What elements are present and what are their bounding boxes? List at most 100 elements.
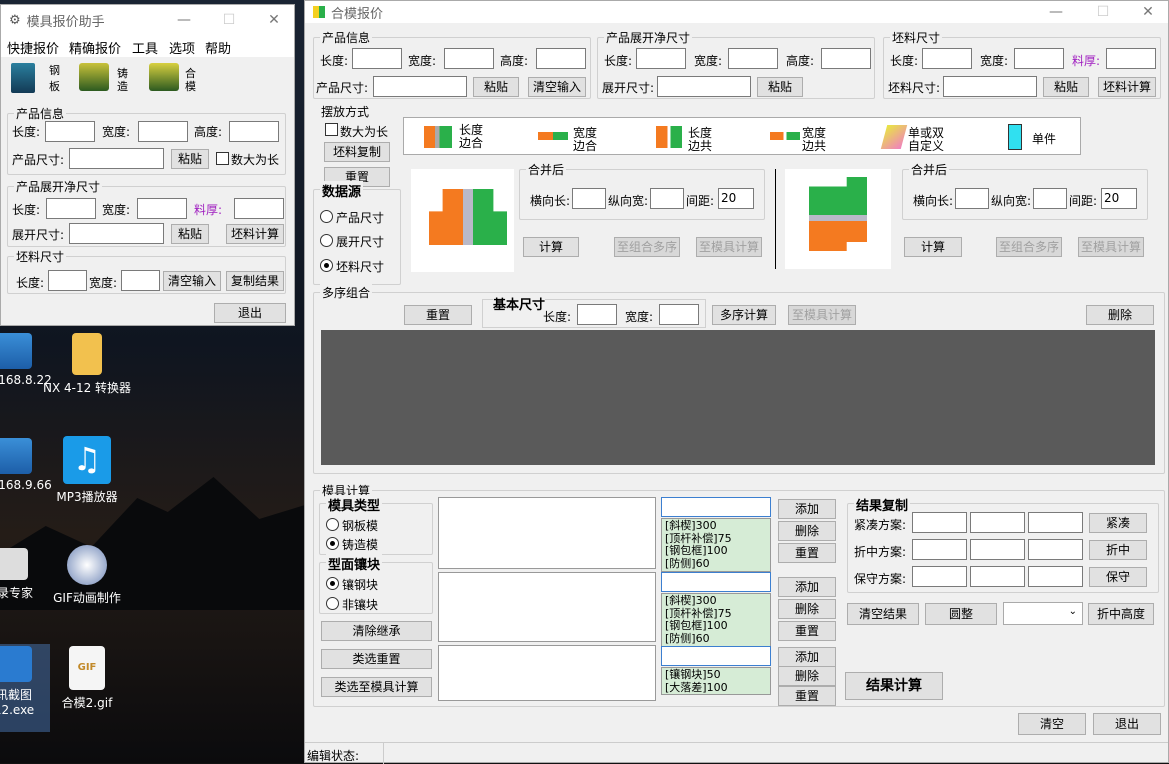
thickness-input[interactable]: [234, 198, 284, 219]
clear-input-button[interactable]: 清空输入: [528, 77, 586, 97]
max-as-length-checkbox[interactable]: [325, 123, 338, 136]
blank-copy-button[interactable]: 坯料复制: [324, 142, 390, 162]
safe-button[interactable]: 保守: [1089, 567, 1147, 587]
type-label[interactable]: 边合: [459, 137, 483, 150]
compact-button[interactable]: 紧凑: [1089, 513, 1147, 533]
to-combo-button[interactable]: 至组合多序: [996, 237, 1062, 257]
blank-width-input[interactable]: [121, 270, 160, 291]
to-mold-calc-button[interactable]: 至模具计算: [788, 305, 856, 325]
multi-calc-button[interactable]: 多序计算: [712, 305, 776, 325]
list-item[interactable]: [大落差]100: [665, 681, 767, 695]
type-label[interactable]: 单件: [1032, 130, 1056, 147]
mold-input-1[interactable]: [661, 497, 771, 517]
list-item[interactable]: [镶钢块]50: [665, 668, 767, 682]
desktop-icon-mp3[interactable]: ♫ MP3播放器: [42, 436, 132, 505]
compact-input-2[interactable]: [970, 512, 1025, 533]
mold-list-2[interactable]: [斜楔]300 [顶杆补偿]75 [钢包框]100 [防侧]60: [661, 593, 771, 647]
desktop-icon-gif-maker[interactable]: GIF动画制作: [42, 545, 132, 606]
unfold-width-input[interactable]: [728, 48, 778, 69]
class-to-mold-button[interactable]: 类选至模具计算: [321, 677, 432, 697]
reset-button[interactable]: 重置: [778, 543, 836, 563]
clear-button[interactable]: 清空: [1018, 713, 1086, 735]
to-combo-button[interactable]: 至组合多序: [614, 237, 680, 257]
blank-length-input[interactable]: [48, 270, 87, 291]
class-reset-button[interactable]: 类选重置: [321, 649, 432, 669]
type-label[interactable]: 边共: [688, 137, 712, 154]
steel-mold-tool[interactable]: 钢 板: [11, 63, 60, 97]
add-button[interactable]: 添加: [778, 647, 836, 667]
mold-list-1[interactable]: [斜楔]300 [顶杆补偿]75 [钢包框]100 [防侧]60: [661, 518, 771, 572]
blank-size-input[interactable]: [943, 76, 1037, 97]
mold-list-3[interactable]: [镶钢块]50 [大落差]100: [661, 667, 771, 695]
close-button[interactable]: ✕: [251, 5, 297, 35]
product-size-input[interactable]: [373, 76, 467, 97]
unfold-height-input[interactable]: [821, 48, 871, 69]
horizontal-length-input[interactable]: [955, 188, 989, 209]
fold-height-button[interactable]: 折中高度: [1088, 603, 1154, 625]
reset-button[interactable]: 重置: [404, 305, 472, 325]
insert-radio[interactable]: [326, 577, 339, 590]
add-button[interactable]: 添加: [778, 499, 836, 519]
reset-button[interactable]: 重置: [778, 686, 836, 706]
type-label[interactable]: 自定义: [908, 137, 944, 154]
to-mold-calc-button[interactable]: 至模具计算: [1078, 237, 1144, 257]
product-size-input[interactable]: [69, 148, 164, 169]
no-insert-radio[interactable]: [326, 597, 339, 610]
unfold-length-input[interactable]: [636, 48, 686, 69]
basic-width-input[interactable]: [659, 304, 699, 325]
result-calc-button[interactable]: 结果计算: [845, 672, 943, 700]
paste-button[interactable]: 粘贴: [757, 77, 803, 97]
safe-input-3[interactable]: [1028, 566, 1083, 587]
safe-input-2[interactable]: [970, 566, 1025, 587]
exit-button[interactable]: 退出: [1093, 713, 1161, 735]
unfold-size-input[interactable]: [69, 223, 164, 244]
delete-button[interactable]: 删除: [778, 521, 836, 541]
length-merge-icon[interactable]: [424, 126, 452, 148]
single-piece-icon[interactable]: [1008, 124, 1022, 150]
mold-input-3[interactable]: [661, 646, 771, 666]
clear-inherit-button[interactable]: 清除继承: [321, 621, 432, 641]
width-input[interactable]: [444, 48, 494, 69]
width-merge-icon[interactable]: [538, 132, 568, 140]
steel-mold-radio[interactable]: [326, 518, 339, 531]
close-button[interactable]: ✕: [1125, 1, 1169, 23]
maximize-button[interactable]: ☐: [1080, 1, 1126, 23]
round-select[interactable]: ⌄: [1003, 602, 1083, 625]
width-input[interactable]: [138, 121, 188, 142]
length-shared-icon[interactable]: [656, 126, 682, 148]
type-label[interactable]: 边共: [802, 137, 826, 154]
length-input[interactable]: [45, 121, 95, 142]
paste-button[interactable]: 粘贴: [171, 149, 209, 169]
menu-quick-quote[interactable]: 快捷报价: [7, 38, 59, 57]
horizontal-length-input[interactable]: [572, 188, 606, 209]
clear-results-button[interactable]: 清空结果: [847, 603, 919, 625]
list-item[interactable]: [斜楔]300: [665, 519, 767, 533]
vertical-width-input[interactable]: [650, 188, 684, 209]
middle-input-3[interactable]: [1028, 539, 1083, 560]
combined-mold-tool[interactable]: 合 模: [149, 63, 196, 97]
height-input[interactable]: [229, 121, 279, 142]
mold-input-2[interactable]: [661, 572, 771, 592]
mold-textarea-2[interactable]: [438, 572, 656, 642]
custom-icon[interactable]: [880, 125, 908, 149]
delete-button[interactable]: 删除: [1086, 305, 1154, 325]
delete-button[interactable]: 删除: [778, 599, 836, 619]
list-item[interactable]: [防侧]60: [665, 632, 767, 646]
compact-input-3[interactable]: [1028, 512, 1083, 533]
thickness-input[interactable]: [1106, 48, 1156, 69]
unfold-length-input[interactable]: [46, 198, 96, 219]
blank-width-input[interactable]: [1014, 48, 1064, 69]
add-button[interactable]: 添加: [778, 577, 836, 597]
list-item[interactable]: [钢包框]100: [665, 619, 767, 633]
desktop-icon-gif-file[interactable]: GIF 合模2.gif: [42, 646, 132, 711]
vertical-width-input[interactable]: [1033, 188, 1067, 209]
list-item[interactable]: [斜楔]300: [665, 594, 767, 608]
mold-textarea-1[interactable]: [438, 497, 656, 569]
clear-input-button[interactable]: 清空输入: [163, 271, 221, 291]
middle-button[interactable]: 折中: [1089, 540, 1147, 560]
minimize-button[interactable]: —: [1033, 1, 1079, 23]
minimize-button[interactable]: —: [161, 5, 207, 35]
delete-button[interactable]: 删除: [778, 666, 836, 686]
list-item[interactable]: [防侧]60: [665, 557, 767, 571]
paste-button[interactable]: 粘贴: [473, 77, 519, 97]
